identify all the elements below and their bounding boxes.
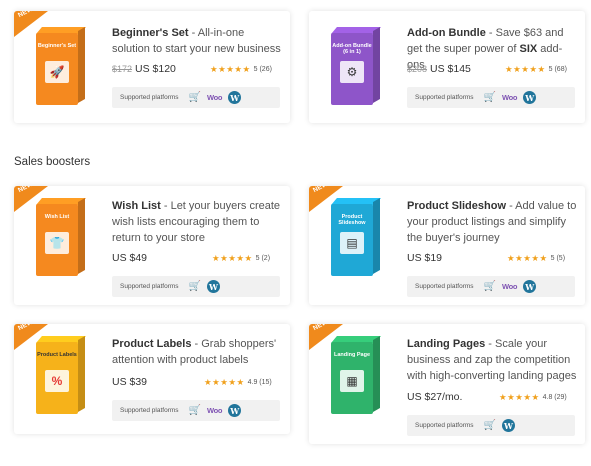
rating: ★★★★★ 5 (5) [507,253,566,263]
product-card-beginners-set[interactable]: NEW Beginner's Set 🚀 Beginner's Set - Al… [14,11,290,123]
woo-icon: Woo [502,282,518,291]
box-label: Beginner's Set [37,43,77,49]
supported-platforms: Supported platforms 🛒 Woo W [407,276,575,297]
product-box-image[interactable]: Wish List 👕 [36,197,86,278]
cart-icon: 🛒 [188,405,201,416]
product-name[interactable]: Landing Pages [407,338,485,350]
old-price: $172 [112,64,133,74]
cart-icon: 🛒 [483,92,496,103]
product-card-product-labels[interactable]: NEW Product Labels % Product Labels - Gr… [14,324,290,434]
box-label: Landing Page [333,352,371,358]
stars-icon: ★★★★★ [499,392,540,402]
product-card-add-on-bundle[interactable]: Add-on Bundle (6 in 1) ⚙ Add-on Bundle -… [309,11,585,123]
product-card-landing-pages[interactable]: NEW Landing Page ▦ Landing Pages - Scale… [309,324,585,444]
percent-tag-icon: % [45,370,69,392]
box-label: Wish List [44,214,70,220]
product-description: Wish List - Let your buyers create wish … [112,200,281,244]
product-card-product-slideshow[interactable]: NEW Product Slideshow ▤ Product Slidesho… [309,186,585,305]
box-label: Product Labels [37,352,77,358]
product-box-image[interactable]: Beginner's Set 🚀 [36,26,86,107]
wordpress-icon: W [523,91,537,104]
landing-page-icon: ▦ [340,370,364,392]
rating: ★★★★★ 4.9 (15) [204,377,272,387]
wordpress-icon: W [228,404,242,417]
stars-icon: ★★★★★ [212,253,253,263]
gear-icon: ⚙ [340,61,364,83]
product-description: Product Labels - Grab shoppers' attentio… [112,338,277,366]
rocket-icon: 🚀 [45,61,69,83]
product-box-image[interactable]: Product Labels % [36,335,86,416]
wordpress-icon: W [228,91,242,104]
price: US $49 [112,252,148,264]
wordpress-icon: W [207,280,220,293]
woo-icon: Woo [207,406,223,415]
product-name[interactable]: Add-on Bundle [407,27,486,39]
wordpress-icon: W [502,419,515,432]
price: US $39 [112,376,148,388]
rating: ★★★★★ 5 (68) [505,64,567,74]
cart-icon: 🛒 [483,420,496,431]
product-description: Landing Pages - Scale your business and … [407,338,577,382]
stars-icon: ★★★★★ [204,377,245,387]
product-name[interactable]: Product Slideshow [407,200,506,212]
product-box-image[interactable]: Landing Page ▦ [331,335,381,416]
supported-platforms: Supported platforms 🛒 W [407,415,575,436]
stars-icon: ★★★★★ [210,64,251,74]
product-card-wish-list[interactable]: NEW Wish List 👕 Wish List - Let your buy… [14,186,290,305]
supported-platforms: Supported platforms 🛒 W [112,276,280,297]
wordpress-icon: W [523,280,537,293]
cart-icon: 🛒 [188,281,201,292]
supported-platforms: Supported platforms 🛒 Woo W [112,400,280,421]
woo-icon: Woo [207,93,223,102]
slideshow-icon: ▤ [340,232,364,254]
product-box-image[interactable]: Product Slideshow ▤ [331,197,381,278]
price: $172 US $120 [112,63,176,75]
section-title: Sales boosters [14,156,91,168]
price: US $27/mo. [407,391,463,403]
product-box-image[interactable]: Add-on Bundle (6 in 1) ⚙ [331,26,381,107]
product-name[interactable]: Beginner's Set [112,27,189,39]
product-name[interactable]: Wish List [112,200,161,212]
rating: ★★★★★ 4.8 (29) [499,392,567,402]
product-description: Beginner's Set - All-in-one solution to … [112,27,281,55]
product-name[interactable]: Product Labels [112,338,191,350]
price: $208 US $145 [407,63,471,75]
cart-icon: 🛒 [188,92,201,103]
product-description: Product Slideshow - Add value to your pr… [407,200,577,244]
price: US $19 [407,252,443,264]
rating: ★★★★★ 5 (26) [210,64,272,74]
supported-platforms: Supported platforms 🛒 Woo W [407,87,575,108]
box-label: Add-on Bundle (6 in 1) [332,43,372,55]
stars-icon: ★★★★★ [505,64,546,74]
box-label: Product Slideshow [338,214,366,226]
rating: ★★★★★ 5 (2) [212,253,271,263]
old-price: $208 [407,64,428,74]
stars-icon: ★★★★★ [507,253,548,263]
shirt-heart-icon: 👕 [45,232,69,254]
supported-platforms: Supported platforms 🛒 Woo W [112,87,280,108]
woo-icon: Woo [502,93,518,102]
cart-icon: 🛒 [483,281,496,292]
